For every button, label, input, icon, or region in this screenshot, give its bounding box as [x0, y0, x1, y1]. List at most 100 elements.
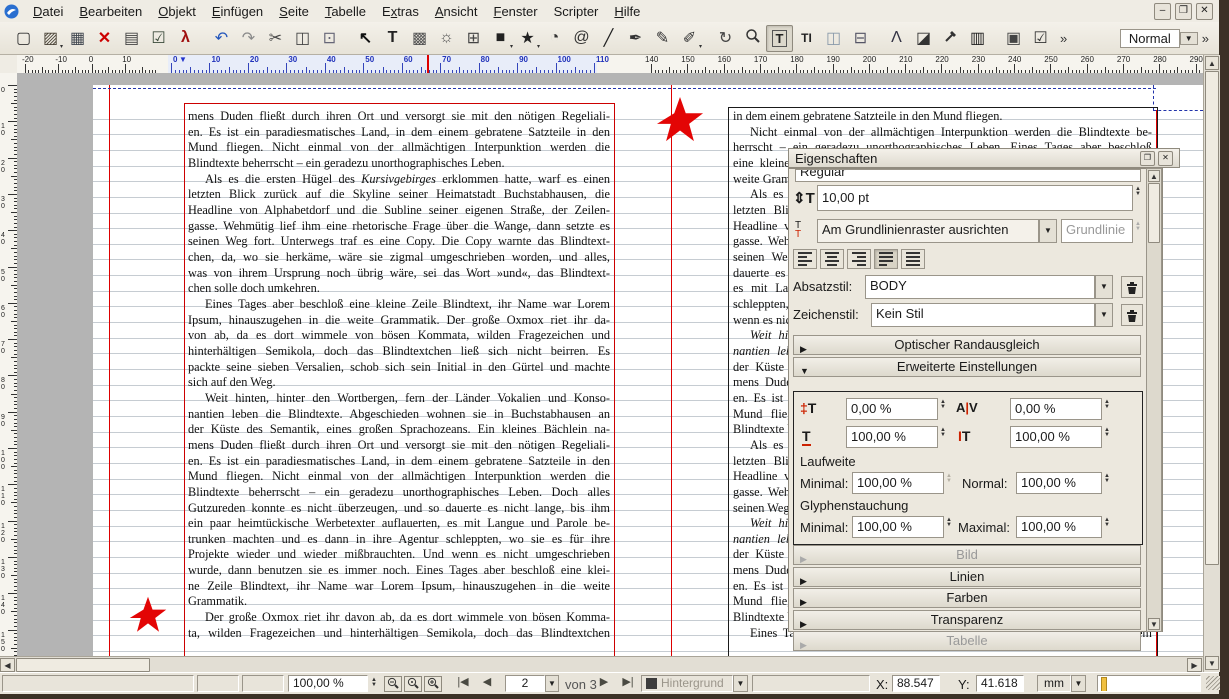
zoom-100-button[interactable] — [404, 676, 422, 692]
menu-tabelle[interactable]: Tabelle — [317, 2, 374, 21]
line-spacing-spinner[interactable]: ▲▼ — [1133, 222, 1143, 232]
character-style-combo-arrow[interactable]: ▼ — [1095, 303, 1113, 327]
insert-text-frame-button[interactable]: T — [379, 25, 406, 52]
dropdown-caret-icon[interactable]: ▾ — [537, 43, 540, 50]
menu-extras[interactable]: Extras — [374, 2, 427, 21]
pdf-push-button-button[interactable]: ▣ — [1000, 25, 1027, 52]
redo-button[interactable]: ↷ — [235, 25, 262, 52]
previous-page-button[interactable]: ◀ — [477, 676, 497, 692]
ruler-origin-box[interactable] — [0, 55, 18, 74]
next-page-button[interactable]: ▶ — [594, 676, 614, 692]
star-shape[interactable] — [656, 96, 704, 147]
glyphen-maximal-field[interactable]: 100,00 % — [1016, 516, 1102, 538]
align-center-button[interactable] — [820, 249, 844, 269]
open-document-button[interactable]: ▨▾ — [37, 25, 64, 52]
section-transparenz[interactable]: ▶Transparenz — [793, 610, 1141, 630]
cut-button[interactable]: ✂ — [262, 25, 289, 52]
menu-datei[interactable]: Datei — [25, 2, 71, 21]
select-item-button[interactable]: ↖ — [352, 25, 379, 52]
baseline-offset-spinner[interactable]: ▲▼ — [938, 400, 948, 410]
scroll-down-arrow[interactable]: ▼ — [1205, 656, 1219, 670]
zoom-spinner[interactable]: ▲▼ — [369, 678, 379, 688]
glyphen-minimal-field[interactable]: 100,00 % — [852, 516, 944, 538]
layer-selector-arrow[interactable]: ▼ — [733, 675, 748, 692]
star-shape[interactable] — [129, 596, 167, 637]
align-force-justify-button[interactable] — [901, 249, 925, 269]
barcode-button[interactable]: ▥ — [964, 25, 991, 52]
last-page-button[interactable]: ▶| — [617, 676, 639, 692]
insert-line-button[interactable]: ╱ — [595, 25, 622, 52]
menu-seite[interactable]: Seite — [271, 2, 317, 21]
story-editor-button[interactable]: TI — [793, 25, 820, 52]
font-size-field[interactable]: 10,00 pt — [817, 185, 1133, 211]
rotate-item-button[interactable]: ↻ — [712, 25, 739, 52]
laufweite-minimal-field[interactable]: 100,00 % — [852, 472, 944, 494]
vertical-guide[interactable] — [109, 85, 110, 656]
pdf-checkbox-button[interactable]: ☑ — [1027, 25, 1054, 52]
scale-height-spinner[interactable]: ▲▼ — [1102, 428, 1112, 438]
insert-render-frame-button[interactable]: ☼ — [433, 25, 460, 52]
dropdown-caret-icon[interactable]: ▾ — [510, 43, 513, 50]
tracking-field[interactable]: 0,00 % — [1010, 398, 1102, 420]
section-optical-margins[interactable]: ▶Optischer Randausgleich — [793, 335, 1141, 355]
scale-width-field[interactable]: 100,00 % — [846, 426, 938, 448]
align-justify-button[interactable] — [874, 249, 898, 269]
menu-einfgen[interactable]: Einfügen — [204, 2, 271, 21]
insert-table-button[interactable]: ⊞ — [460, 25, 487, 52]
quality-dropdown-arrow[interactable]: ▼ — [1180, 32, 1198, 45]
vertical-ruler[interactable]: 01 02 03 04 05 06 07 08 09 01 0 01 1 01 … — [0, 73, 18, 656]
horizontal-scrollbar[interactable]: ◀ ▶ — [0, 656, 1203, 673]
undo-button[interactable]: ↶ — [208, 25, 235, 52]
unit-selector-arrow[interactable]: ▼ — [1071, 675, 1086, 692]
scroll-right-arrow[interactable]: ▶ — [1187, 658, 1202, 672]
measurements-button[interactable]: Λ — [883, 25, 910, 52]
edit-contents-button[interactable]: T — [766, 25, 793, 52]
layer-selector[interactable]: Hintergrund — [641, 675, 733, 692]
laufweite-normal-spinner[interactable]: ▲▼ — [1102, 474, 1112, 484]
zoom-out-button[interactable] — [384, 676, 402, 692]
remove-character-style-button[interactable] — [1121, 304, 1143, 326]
font-size-spinner[interactable]: ▲▼ — [1133, 187, 1143, 197]
character-style-combo[interactable]: Kein Stil — [871, 303, 1095, 327]
menu-hilfe[interactable]: Hilfe — [606, 2, 648, 21]
scale-width-spinner[interactable]: ▲▼ — [938, 428, 948, 438]
tracking-spinner[interactable]: ▲▼ — [1102, 400, 1112, 410]
line-spacing-combo-arrow[interactable]: ▼ — [1039, 219, 1057, 243]
vertical-guide[interactable] — [671, 85, 672, 656]
toolbar-overflow-button-2[interactable]: » — [1202, 31, 1209, 46]
palette-close-button[interactable]: ✕ — [1158, 151, 1173, 166]
insert-arc-button[interactable]: ◔ — [541, 25, 568, 52]
align-right-button[interactable] — [847, 249, 871, 269]
new-document-button[interactable]: ▢ — [10, 25, 37, 52]
unlink-text-frames-button[interactable]: ⊟ — [847, 25, 874, 52]
dropdown-caret-icon[interactable]: ▾ — [699, 43, 702, 50]
top-margin-guide[interactable] — [93, 88, 1156, 89]
menu-objekt[interactable]: Objekt — [150, 2, 204, 21]
unit-selector[interactable]: mm — [1037, 675, 1071, 692]
preview-quality-dropdown[interactable]: Normal▼ — [1120, 29, 1198, 48]
line-spacing-value-field[interactable]: Grundlinie — [1061, 219, 1133, 243]
menu-fenster[interactable]: Fenster — [486, 2, 546, 21]
paragraph-style-combo-arrow[interactable]: ▼ — [1095, 275, 1113, 299]
zoom-tool-button[interactable] — [739, 25, 766, 52]
save-document-button[interactable]: ▦ — [64, 25, 91, 52]
insert-polygon-button[interactable]: ★▾ — [514, 25, 541, 52]
palette-scrollbar[interactable]: ▲ ▼ — [1146, 168, 1162, 632]
remove-paragraph-style-button[interactable] — [1121, 276, 1143, 298]
first-line-indent-marker[interactable]: ▼ — [179, 55, 187, 64]
menu-scripter[interactable]: Scripter — [546, 2, 607, 21]
paste-button[interactable]: ⊡ — [316, 25, 343, 52]
laufweite-normal-field[interactable]: 100,00 % — [1016, 472, 1102, 494]
window-resize-grip[interactable] — [1206, 676, 1220, 690]
close-document-button[interactable]: ✕ — [91, 25, 118, 52]
section-linien[interactable]: ▶Linien — [793, 567, 1141, 587]
align-left-button[interactable] — [793, 249, 817, 269]
line-spacing-mode-combo[interactable]: Am Grundlinienraster ausrichten — [817, 219, 1039, 243]
preflight-verifier-button[interactable]: ☑ — [145, 25, 172, 52]
restore-button[interactable]: ❐ — [1175, 3, 1192, 20]
glyphen-minimal-spinner[interactable]: ▲▼ — [944, 518, 954, 528]
insert-shape-button[interactable]: ■▾ — [487, 25, 514, 52]
baseline-offset-field[interactable]: 0,00 % — [846, 398, 938, 420]
paragraph-style-combo[interactable]: BODY — [865, 275, 1095, 299]
print-button[interactable]: ▤ — [118, 25, 145, 52]
